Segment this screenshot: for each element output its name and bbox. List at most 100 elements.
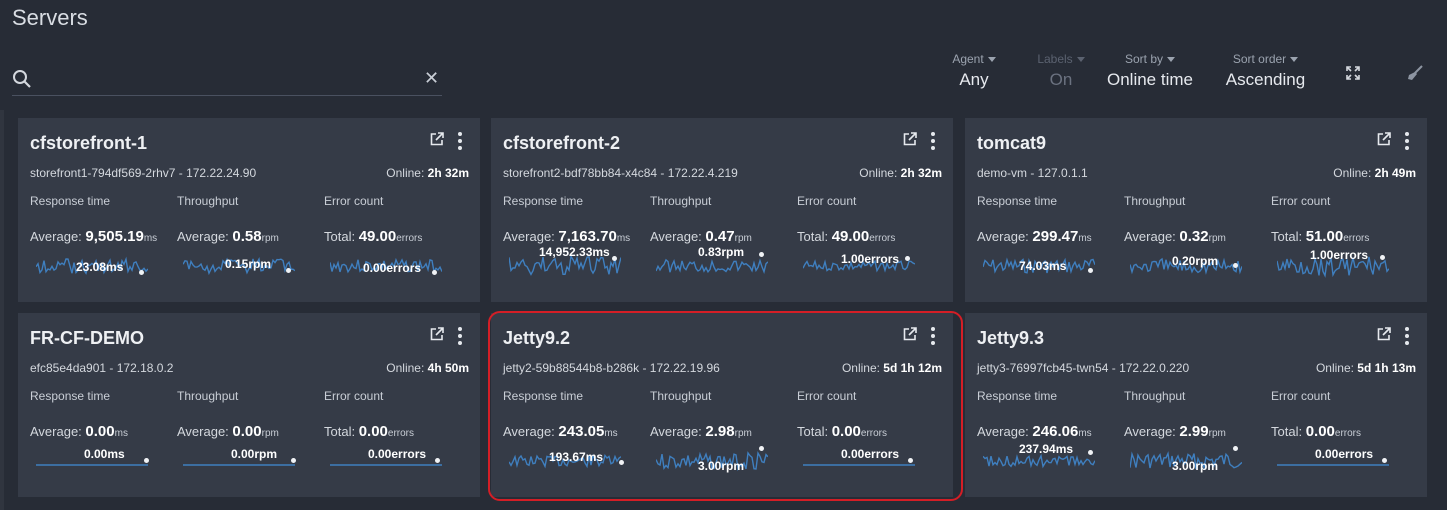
metric-header: Response time xyxy=(977,389,1058,403)
metric-average: Average: 299.47ms xyxy=(977,228,1122,245)
external-link-icon[interactable] xyxy=(903,132,917,151)
expand-icon[interactable] xyxy=(1346,66,1360,85)
sparkline-value: 0.00errors xyxy=(363,261,422,275)
metric-header: Response time xyxy=(977,194,1058,208)
server-name[interactable]: Jetty9.2 xyxy=(503,328,570,349)
metric-unit: rpm xyxy=(734,428,752,439)
server-host: storefront1-794df569-2rhv7 - 172.22.24.9… xyxy=(30,166,257,180)
server-card[interactable]: cfstorefront-1 storefront1-794df569-2rhv7… xyxy=(18,118,480,302)
server-name[interactable]: tomcat9 xyxy=(977,133,1046,154)
server-card[interactable]: Jetty9.3 jetty3-76997fcb45-twn54 - 172.22… xyxy=(965,313,1427,497)
metric-average: Average: 7,163.70ms xyxy=(503,228,648,245)
metric-average: Average: 0.32rpm xyxy=(1124,228,1269,245)
metric-header: Error count xyxy=(324,194,384,208)
server-card[interactable]: cfstorefront-2 storefront2-bdf78bb84-x4c8… xyxy=(491,118,953,302)
metric-value: 51.00 xyxy=(1305,228,1344,245)
metric-header: Error count xyxy=(1271,194,1331,208)
server-name[interactable]: cfstorefront-2 xyxy=(503,133,620,154)
kebab-menu-icon[interactable] xyxy=(1405,327,1409,348)
metric-unit: rpm xyxy=(1208,428,1226,439)
sparkline-value: 74.03ms xyxy=(1019,259,1067,273)
kebab-menu-icon[interactable] xyxy=(458,327,462,348)
sparkline: 0.00errors xyxy=(330,447,445,483)
search-icon[interactable] xyxy=(12,69,32,94)
kebab-menu-icon[interactable] xyxy=(931,327,935,348)
sparkline: 1.00errors xyxy=(803,252,918,288)
external-link-icon[interactable] xyxy=(1377,132,1391,151)
server-card[interactable]: Jetty9.2 jetty2-59b88544b8-b286k - 172.22… xyxy=(491,313,953,497)
filter-sort-by[interactable]: Sort by Online time xyxy=(1100,52,1200,90)
server-host: storefront2-bdf78bb84-x4c84 - 172.22.4.2… xyxy=(503,166,738,180)
metric-value: 0.00 xyxy=(1305,423,1335,440)
external-link-icon[interactable] xyxy=(430,327,444,346)
sparkline-dot xyxy=(139,270,144,275)
sparkline-value: 0.00errors xyxy=(368,447,427,461)
metric-prefix: Average: xyxy=(503,424,559,439)
kebab-menu-icon[interactable] xyxy=(931,132,935,153)
online-value: 2h 49m xyxy=(1374,166,1416,180)
server-card[interactable]: tomcat9 demo-vm - 127.0.1.1 Online: 2h 49m… xyxy=(965,118,1427,302)
online-prefix: Online: xyxy=(841,361,884,375)
metric-value: 299.47 xyxy=(1032,228,1079,245)
sparkline: 193.67ms xyxy=(509,447,624,483)
external-link-icon[interactable] xyxy=(903,327,917,346)
metric-errors: Error count Total: 51.00errors xyxy=(1271,194,1416,245)
metric-average: Average: 246.06ms xyxy=(977,423,1122,440)
sparkline-value: 1.00errors xyxy=(1310,248,1369,262)
metric-throughput: Throughput Average: 0.32rpm xyxy=(1124,194,1269,245)
online-time: Online: 2h 32m xyxy=(386,166,469,180)
metric-unit: rpm xyxy=(261,428,279,439)
metric-unit: ms xyxy=(1078,428,1092,439)
sparkline-dot xyxy=(1233,263,1238,268)
metric-prefix: Total: xyxy=(1271,424,1306,439)
filter-sort-by-label: Sort by xyxy=(1124,52,1163,66)
metric-unit: errors xyxy=(869,233,896,244)
external-link-icon[interactable] xyxy=(1377,327,1391,346)
server-name[interactable]: Jetty9.3 xyxy=(977,328,1044,349)
sparkline: 0.83rpm xyxy=(656,245,771,288)
sparkline: 0.00errors xyxy=(803,447,918,483)
metric-prefix: Total: xyxy=(1271,229,1306,244)
kebab-menu-icon[interactable] xyxy=(1405,132,1409,153)
metric-value: 0.47 xyxy=(705,228,735,245)
left-edge xyxy=(0,110,4,510)
online-value: 2h 32m xyxy=(900,166,942,180)
sparkline-value: 14,952.33ms xyxy=(539,245,610,259)
server-name[interactable]: FR-CF-DEMO xyxy=(30,328,144,349)
metric-unit: errors xyxy=(396,233,423,244)
server-host: demo-vm - 127.0.1.1 xyxy=(977,166,1088,180)
online-time: Online: 2h 49m xyxy=(1333,166,1416,180)
metric-header: Throughput xyxy=(177,389,239,403)
server-host: jetty2-59b88544b8-b286k - 172.22.19.96 xyxy=(503,361,720,375)
sparkline: 0.00errors xyxy=(330,252,445,288)
server-host: efc85e4da901 - 172.18.0.2 xyxy=(30,361,174,375)
broom-icon[interactable] xyxy=(1406,64,1424,87)
metric-prefix: Average: xyxy=(650,229,706,244)
metric-errors: Error count Total: 49.00errors xyxy=(324,194,469,245)
kebab-menu-icon[interactable] xyxy=(458,132,462,153)
sparkline-dot xyxy=(759,446,764,451)
server-card[interactable]: FR-CF-DEMO efc85e4da901 - 172.18.0.2 Onlin… xyxy=(18,313,480,497)
metric-prefix: Average: xyxy=(30,424,86,439)
metric-unit: rpm xyxy=(261,233,279,244)
sparkline-dot xyxy=(432,270,437,275)
metric-header: Response time xyxy=(503,194,584,208)
metric-unit: ms xyxy=(604,428,618,439)
filter-labels[interactable]: Labels On xyxy=(1015,52,1107,90)
sparkline-value: 23.08ms xyxy=(76,260,124,274)
sparkline: 0.00ms xyxy=(36,447,151,483)
metric-value: 0.00 xyxy=(831,423,861,440)
metric-header: Response time xyxy=(30,194,111,208)
sparkline-dot xyxy=(286,268,291,273)
close-icon[interactable]: ✕ xyxy=(424,68,439,89)
online-time: Online: 5d 1h 12m xyxy=(842,361,942,375)
filter-agent[interactable]: Agent Any xyxy=(938,52,1010,90)
online-prefix: Online: xyxy=(1315,361,1358,375)
sparkline-value: 0.83rpm xyxy=(698,245,745,259)
metric-average: Total: 49.00errors xyxy=(324,228,469,245)
metric-unit: errors xyxy=(1334,428,1362,439)
chevron-down-icon xyxy=(1290,57,1299,63)
external-link-icon[interactable] xyxy=(430,132,444,151)
server-name[interactable]: cfstorefront-1 xyxy=(30,133,147,154)
filter-sort-order[interactable]: Sort order Ascending xyxy=(1218,52,1313,90)
